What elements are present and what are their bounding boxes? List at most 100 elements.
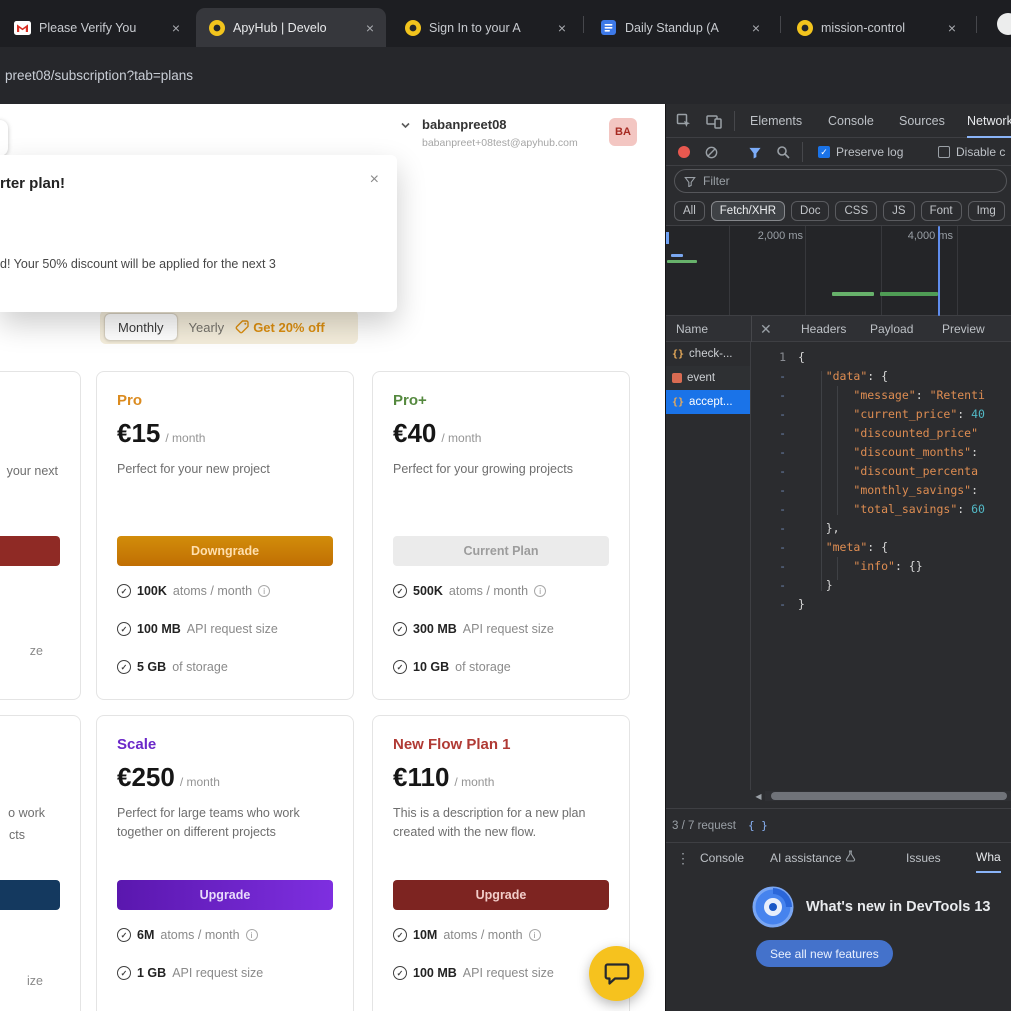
see-all-new-features-button[interactable]: See all new features (756, 940, 893, 967)
preserve-log-label[interactable]: Preserve log (836, 145, 903, 159)
request-row-event[interactable]: event (666, 366, 750, 390)
scroll-left-icon[interactable]: ◀ (752, 792, 765, 801)
tab-close-icon[interactable]: × (362, 20, 378, 36)
waterfall-bar (832, 292, 874, 296)
drawer-tab-wha[interactable]: Wha (976, 843, 1001, 873)
fold-marker[interactable]: - (752, 481, 798, 500)
drawer-tab-ai-assistance[interactable]: AI assistance (770, 843, 856, 873)
chevron-down-icon[interactable] (399, 119, 412, 137)
chat-fab-button[interactable] (589, 946, 644, 1001)
fold-marker[interactable]: - (752, 386, 798, 405)
fold-marker[interactable]: - (752, 424, 798, 443)
plan-button-downgrade[interactable]: Downgrade (117, 536, 333, 566)
column-divider[interactable] (751, 316, 752, 342)
request-row-accept[interactable]: {}accept... (666, 390, 750, 414)
inspect-element-icon[interactable] (676, 113, 692, 134)
browser-tab-daily-standup-a[interactable]: Daily Standup (A× (588, 8, 772, 47)
fold-marker[interactable]: - (752, 595, 798, 614)
close-details-icon[interactable]: ✕ (760, 316, 772, 342)
plan-button-partial[interactable] (0, 880, 60, 910)
check-circle-icon: ✓ (393, 622, 407, 636)
name-column-header[interactable]: Name (676, 316, 708, 342)
network-overview-timeline[interactable]: 2,000 ms 4,000 ms (666, 226, 1011, 316)
json-code: "monthly_savings": (798, 481, 985, 500)
monthly-toggle[interactable]: Monthly (104, 313, 178, 341)
disable-cache-label[interactable]: Disable c (956, 145, 1005, 159)
scrollbar-track[interactable] (765, 791, 1011, 801)
filter-funnel-icon[interactable] (748, 146, 762, 164)
timeline-handle[interactable] (666, 232, 669, 244)
fold-marker[interactable]: - (752, 462, 798, 481)
devtools-tab-elements[interactable]: Elements (750, 104, 802, 138)
json-token: } (798, 597, 805, 611)
filter-chip-fetch-xhr[interactable]: Fetch/XHR (711, 201, 785, 221)
search-icon[interactable] (776, 145, 790, 164)
browser-tab-please-verify-you[interactable]: Please Verify You× (2, 8, 192, 47)
gridline (957, 226, 958, 315)
detail-tab-preview[interactable]: Preview (942, 316, 985, 342)
close-icon[interactable]: × (370, 171, 379, 189)
fold-marker[interactable]: - (752, 519, 798, 538)
browser-tab-mission-control[interactable]: mission-control× (784, 8, 968, 47)
filter-chip-js[interactable]: JS (883, 201, 914, 221)
info-icon[interactable]: i (258, 585, 270, 597)
event-stream-icon (672, 373, 682, 383)
account-avatar[interactable]: BA (609, 118, 637, 146)
filter-chip-img[interactable]: Img (968, 201, 1005, 221)
feature-value: 6M (137, 928, 154, 942)
fold-marker[interactable]: - (752, 538, 798, 557)
filter-chip-doc[interactable]: Doc (791, 201, 829, 221)
filter-chip-css[interactable]: CSS (835, 201, 877, 221)
record-icon[interactable] (678, 146, 690, 158)
plan-price-period: / month (454, 775, 494, 789)
detail-tab-headers[interactable]: Headers (801, 316, 846, 342)
tab-close-icon[interactable]: × (168, 20, 184, 36)
filter-chip-font[interactable]: Font (921, 201, 962, 221)
fold-marker[interactable]: - (752, 576, 798, 595)
plan-feature: ✓1 GBAPI request size (117, 966, 263, 980)
fold-marker[interactable]: - (752, 443, 798, 462)
plan-button-upgrade[interactable]: Upgrade (117, 880, 333, 910)
browser-url-bar[interactable]: preet08/subscription?tab=plans (0, 47, 1011, 104)
scrollbar-thumb[interactable] (771, 792, 1007, 800)
fold-marker[interactable]: - (752, 500, 798, 519)
request-row-check[interactable]: {}check-... (666, 342, 750, 366)
drawer-tab-issues[interactable]: Issues (906, 843, 941, 873)
browser-profile-avatar[interactable] (997, 13, 1011, 35)
disable-cache-checkbox[interactable] (938, 146, 950, 158)
devtools-tab-console[interactable]: Console (828, 104, 874, 138)
browser-tab-apyhub-develo[interactable]: ApyHub | Develo× (196, 8, 386, 47)
filter-chip-all[interactable]: All (674, 201, 705, 221)
browser-tab-sign-in-to-your-a[interactable]: Sign In to your A× (392, 8, 578, 47)
clear-icon[interactable] (704, 145, 719, 165)
tab-close-icon[interactable]: × (944, 20, 960, 36)
info-icon[interactable]: i (529, 929, 541, 941)
plan-button-partial[interactable] (0, 536, 60, 566)
json-line: - } (752, 576, 1011, 595)
device-toolbar-icon[interactable] (706, 113, 722, 134)
info-icon[interactable]: i (534, 585, 546, 597)
tab-close-icon[interactable]: × (748, 20, 764, 36)
kebab-menu-icon[interactable]: ⋮ (676, 843, 690, 873)
fold-marker[interactable]: - (752, 405, 798, 424)
json-code: } (798, 595, 805, 614)
cut-element-stub (0, 120, 8, 156)
fold-marker[interactable]: - (752, 367, 798, 386)
json-code: "current_price": 40 (798, 405, 985, 424)
detail-tab-payload[interactable]: Payload (870, 316, 913, 342)
drawer-tab-console[interactable]: Console (700, 843, 744, 873)
json-token: "discount_months" (853, 445, 971, 459)
request-name: accept... (689, 396, 732, 408)
gmail-favicon (14, 19, 31, 36)
plan-button-upgrade[interactable]: Upgrade (393, 880, 609, 910)
json-token (798, 483, 853, 497)
devtools-tab-sources[interactable]: Sources (899, 104, 945, 138)
devtools-tab-network[interactable]: Network (967, 104, 1011, 138)
tab-close-icon[interactable]: × (554, 20, 570, 36)
pretty-print-button[interactable]: { } (748, 819, 768, 832)
fold-marker[interactable]: - (752, 557, 798, 576)
yearly-toggle[interactable]: Yearly (178, 320, 236, 335)
network-filter-input[interactable]: Filter (674, 169, 1007, 193)
preserve-log-checkbox[interactable]: ✓ (818, 146, 830, 158)
info-icon[interactable]: i (246, 929, 258, 941)
